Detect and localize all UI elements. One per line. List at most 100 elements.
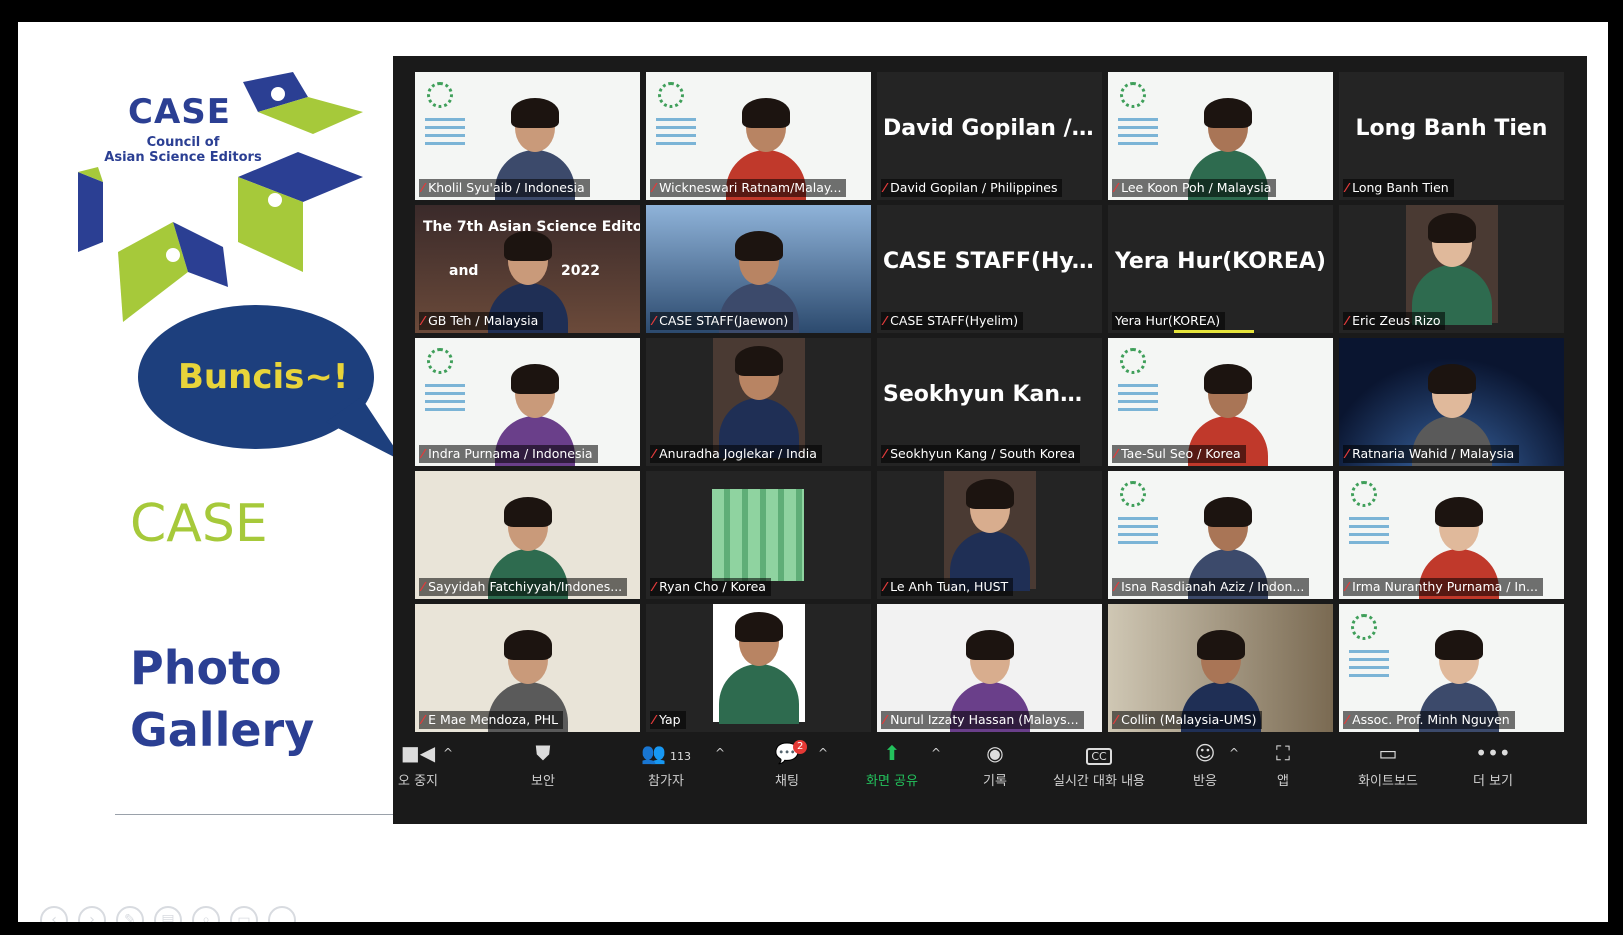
slides-icon[interactable]: ▤ (154, 906, 182, 922)
participant-tile[interactable]: ⁄ Kholil Syu'aib / Indonesia (415, 72, 640, 200)
participant-name-label: ⁄ Tae-Sul Seo / Korea (1112, 445, 1246, 463)
participant-tile[interactable]: David Gopilan /... ⁄ David Gopilan / Phili… (877, 72, 1102, 200)
share-options-chevron-icon[interactable]: ^ (931, 746, 941, 760)
zoom-icon[interactable]: ⌕ (192, 906, 220, 922)
participant-name: Kholil Syu'aib / Indonesia (428, 180, 585, 195)
hair (1427, 213, 1476, 243)
conference-logo-icon (1120, 348, 1146, 374)
participant-tile[interactable]: Long Banh Tien ⁄ Long Banh Tien (1339, 72, 1564, 200)
muted-mic-icon: ⁄ (1346, 313, 1349, 328)
more-dots-icon: ••• (1475, 741, 1511, 765)
subtitle-icon[interactable]: ▭ (230, 906, 258, 922)
participant-name-label: ⁄ Eric Zeus Rizo (1343, 312, 1446, 330)
video-options-chevron-icon[interactable]: ^ (443, 746, 453, 760)
muted-mic-icon: ⁄ (1115, 712, 1118, 727)
chat-label: 채팅 (775, 774, 799, 789)
participant-tile[interactable]: ⁄ Wickneswari Ratnam/Malay... (646, 72, 871, 200)
participant-tile[interactable]: ⁄ Assoc. Prof. Minh Nguyen (1339, 604, 1564, 732)
muted-mic-icon: ⁄ (884, 712, 887, 727)
chat-options-chevron-icon[interactable]: ^ (818, 746, 828, 760)
record-label: 기록 (983, 774, 1007, 789)
security-label: 보안 (531, 774, 555, 789)
participant-name-label: ⁄ Lee Koon Poh / Malaysia (1112, 179, 1277, 197)
participant-tile[interactable]: ⁄ Isna Rasdianah Aziz / Indon... (1108, 471, 1333, 599)
reactions-options-chevron-icon[interactable]: ^ (1229, 746, 1239, 760)
participant-name-label: ⁄ Indra Purnama / Indonesia (419, 445, 598, 463)
conference-logo-icon (1120, 82, 1146, 108)
banner-text-year: 2022 (561, 263, 600, 279)
more-button[interactable]: ••• 더 보기 (1463, 736, 1523, 789)
hair (734, 612, 783, 642)
participant-name: Assoc. Prof. Minh Nguyen (1352, 712, 1510, 727)
participant-tile[interactable]: The 7th Asian Science Editors and 2022 ⁄ GB … (415, 205, 640, 333)
participant-name: Yera Hur(KOREA) (1115, 313, 1221, 328)
poster-text-lines (1118, 517, 1158, 549)
poster-text-lines (1118, 118, 1158, 150)
hair (511, 98, 559, 128)
muted-mic-icon: ⁄ (653, 313, 656, 328)
participant-name: Lee Koon Poh / Malaysia (1121, 180, 1272, 195)
participant-tile[interactable]: ⁄ Le Anh Tuan, HUST (877, 471, 1102, 599)
chat-button[interactable]: 💬 2 채팅 (757, 736, 817, 789)
muted-mic-icon: ⁄ (884, 313, 887, 328)
next-icon[interactable]: › (78, 906, 106, 922)
participant-tile[interactable]: ⁄ Nurul Izzaty Hassan (Malays... (877, 604, 1102, 732)
hair (503, 630, 552, 660)
participant-tile[interactable]: ⁄ Anuradha Joglekar / India (646, 338, 871, 466)
participant-display-name: Yera Hur(KOREA) (1115, 249, 1326, 274)
participant-name: CASE STAFF(Hyelim) (890, 313, 1019, 328)
participant-tile[interactable]: ⁄ Indra Purnama / Indonesia (415, 338, 640, 466)
stop-video-button[interactable]: ■◀ 오 중지 (393, 736, 443, 789)
live-transcript-button[interactable]: CC 실시간 대화 내용 (1041, 736, 1157, 789)
muted-mic-icon: ⁄ (1115, 579, 1118, 594)
muted-mic-icon: ⁄ (653, 579, 656, 594)
reactions-icon: ☺ (1194, 741, 1216, 765)
hair (1204, 364, 1252, 394)
whiteboard-label: 화이트보드 (1358, 774, 1418, 789)
participant-tile[interactable]: ⁄ Collin (Malaysia-UMS) (1108, 604, 1333, 732)
section-case: CASE (130, 494, 268, 554)
more-label: 더 보기 (1472, 774, 1513, 789)
participant-tile[interactable]: ⁄ Irma Nuranthy Purnama / In... (1339, 471, 1564, 599)
participant-name-label: ⁄ E Mae Mendoza, PHL (419, 711, 564, 729)
participant-display-name: Long Banh Tien (1355, 116, 1548, 141)
reactions-label: 반응 (1193, 774, 1217, 789)
participant-tile[interactable]: Yera Hur(KOREA) Yera Hur(KOREA) (1108, 205, 1333, 333)
participant-tile[interactable]: ⁄ E Mae Mendoza, PHL (415, 604, 640, 732)
more-icon[interactable]: … (268, 906, 296, 922)
participant-name-label: ⁄ Ryan Cho / Korea (650, 578, 771, 596)
participant-tile[interactable]: ⁄ Lee Koon Poh / Malaysia (1108, 72, 1333, 200)
participant-tile[interactable]: ⁄ Sayyidah Fatchiyyah/Indones... (415, 471, 640, 599)
logo-subtitle-line-1: Council of (146, 135, 220, 150)
participant-name-label: ⁄ Collin (Malaysia-UMS) (1112, 711, 1262, 729)
participant-name: Seokhyun Kang / South Korea (890, 446, 1076, 461)
record-button[interactable]: ◉ 기록 (965, 736, 1025, 789)
participants-icon: 👥 113 (641, 741, 691, 765)
participant-tile[interactable]: ⁄ Eric Zeus Rizo (1339, 205, 1564, 333)
prev-icon[interactable]: ‹ (40, 906, 68, 922)
muted-mic-icon: ⁄ (884, 446, 887, 461)
participant-tile[interactable]: CASE STAFF(Hy... ⁄ CASE STAFF(Hyelim) (877, 205, 1102, 333)
poster-text-lines (425, 118, 465, 150)
poster-text-lines (1118, 384, 1158, 416)
participants-button[interactable]: 👥 113 참가자 (631, 736, 701, 789)
participant-tile[interactable]: ⁄ Ryan Cho / Korea (646, 471, 871, 599)
divider (115, 814, 415, 815)
participant-tile[interactable]: ⁄ Yap (646, 604, 871, 732)
whiteboard-icon: ▭ (1378, 741, 1398, 765)
participant-name-label: ⁄ Sayyidah Fatchiyyah/Indones... (419, 578, 628, 596)
muted-mic-icon: ⁄ (653, 446, 656, 461)
reactions-button[interactable]: ☺ 반응 (1175, 736, 1235, 789)
participant-tile[interactable]: Seokhyun Kang... ⁄ Seokhyun Kang / South K… (877, 338, 1102, 466)
share-screen-button[interactable]: ⬆ 화면 공유 (853, 736, 931, 789)
participant-name: Collin (Malaysia-UMS) (1121, 712, 1257, 727)
participant-tile[interactable]: ⁄ CASE STAFF(Jaewon) (646, 205, 871, 333)
apps-button[interactable]: ⛶ 앱 (1263, 736, 1303, 789)
whiteboard-button[interactable]: ▭ 화이트보드 (1343, 736, 1433, 789)
participants-options-chevron-icon[interactable]: ^ (715, 746, 725, 760)
security-button[interactable]: ⛊ 보안 (513, 736, 573, 789)
participant-name: Eric Zeus Rizo (1352, 313, 1441, 328)
participant-tile[interactable]: ⁄ Ratnaria Wahid / Malaysia (1339, 338, 1564, 466)
participant-tile[interactable]: ⁄ Tae-Sul Seo / Korea (1108, 338, 1333, 466)
pen-icon[interactable]: ✎ (116, 906, 144, 922)
